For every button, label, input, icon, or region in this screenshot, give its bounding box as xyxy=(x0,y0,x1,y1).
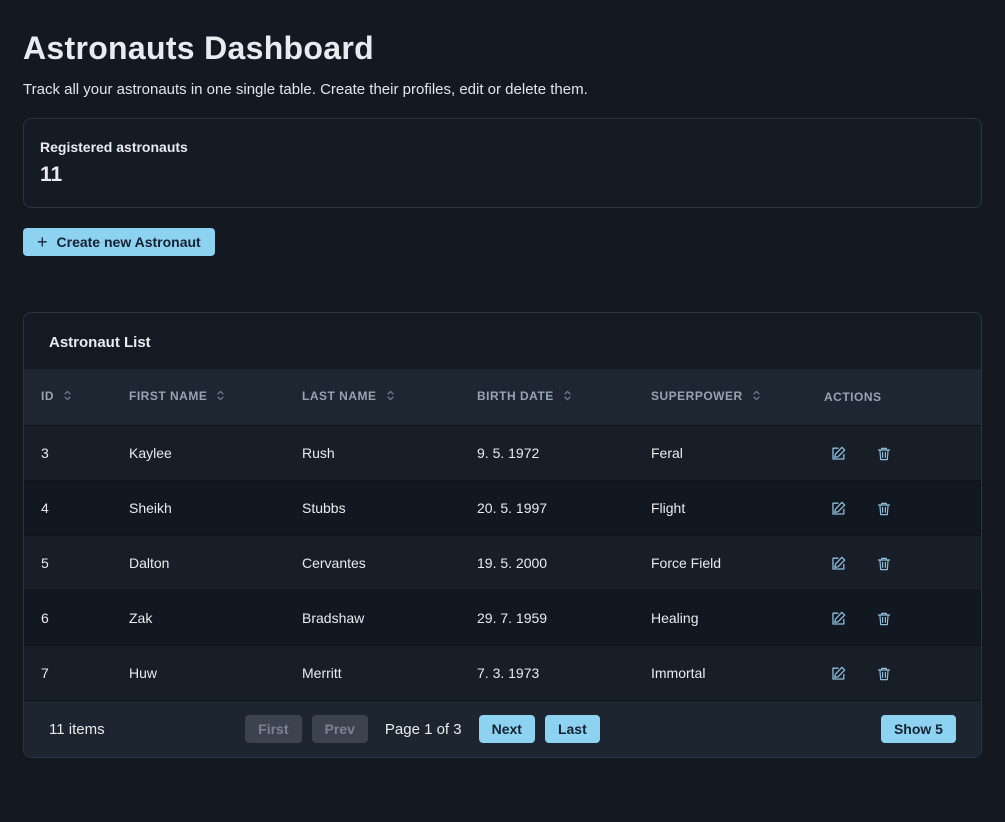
edit-icon xyxy=(830,610,847,627)
table-row: 4 Sheikh Stubbs 20. 5. 1997 Flight xyxy=(24,480,981,536)
show-page-size-button[interactable]: Show 5 xyxy=(880,715,956,743)
stats-value: 11 xyxy=(40,163,63,186)
cell-id: 3 xyxy=(41,445,49,461)
column-label: LAST NAME xyxy=(302,389,377,403)
first-page-button[interactable]: First xyxy=(245,715,302,743)
last-page-button[interactable]: Last xyxy=(544,715,600,743)
cell-first_name: Sheikh xyxy=(129,500,172,516)
create-button-label: Create new Astronaut xyxy=(56,234,201,250)
sort-icon xyxy=(384,389,397,405)
edit-icon xyxy=(830,500,847,517)
cell-id: 7 xyxy=(41,665,49,681)
cell-birth_date: 29. 7. 1959 xyxy=(477,610,548,626)
edit-button[interactable] xyxy=(824,659,853,688)
page-size-control: Show 5 xyxy=(880,715,956,743)
table-footer: 11 items First Prev Page 1 of 3 Next Las… xyxy=(24,700,981,757)
astronaut-list-card: Astronaut List ID FIRST NAME LAST NAME BIRT… xyxy=(23,312,982,758)
cell-last_name: Rush xyxy=(302,445,335,461)
table-header-row: ID FIRST NAME LAST NAME BIRTH DATE SUPERPOWE… xyxy=(24,369,981,426)
delete-button[interactable] xyxy=(870,440,898,468)
edit-button[interactable] xyxy=(824,604,853,633)
edit-button[interactable] xyxy=(824,494,853,523)
cell-id: 5 xyxy=(41,555,49,571)
page-indicator: Page 1 of 3 xyxy=(384,720,462,738)
trash-icon xyxy=(876,446,892,462)
page-title: Astronauts Dashboard xyxy=(23,30,374,66)
delete-button[interactable] xyxy=(870,605,898,633)
cell-first_name: Kaylee xyxy=(129,445,172,461)
column-label: ID xyxy=(41,389,54,403)
cell-actions xyxy=(807,481,981,536)
column-header-superpower[interactable]: SUPERPOWER xyxy=(634,369,807,426)
column-label: BIRTH DATE xyxy=(477,389,554,403)
column-header-id[interactable]: ID xyxy=(24,369,112,426)
cell-actions xyxy=(807,536,981,591)
delete-button[interactable] xyxy=(870,495,898,523)
cell-actions xyxy=(807,426,981,481)
cell-last_name: Stubbs xyxy=(302,500,346,516)
table-head: ID FIRST NAME LAST NAME BIRTH DATE SUPERPOWE… xyxy=(24,369,981,426)
trash-icon xyxy=(876,501,892,517)
astronaut-list-title: Astronaut List xyxy=(49,334,151,351)
sort-icon xyxy=(750,389,763,405)
cell-actions xyxy=(807,646,981,701)
cell-superpower: Healing xyxy=(651,610,699,626)
page-subtitle: Track all your astronauts in one single … xyxy=(23,81,588,98)
column-label: ACTIONS xyxy=(824,390,882,404)
table-row: 3 Kaylee Rush 9. 5. 1972 Feral xyxy=(24,425,981,481)
cell-superpower: Feral xyxy=(651,445,683,461)
stats-label: Registered astronauts xyxy=(40,139,188,155)
edit-button[interactable] xyxy=(824,549,853,578)
edit-icon xyxy=(830,445,847,462)
delete-button[interactable] xyxy=(870,550,898,578)
cell-id: 6 xyxy=(41,610,49,626)
astronaut-table: ID FIRST NAME LAST NAME BIRTH DATE SUPERPOWE… xyxy=(24,369,981,700)
edit-button[interactable] xyxy=(824,439,853,468)
cell-birth_date: 7. 3. 1973 xyxy=(477,665,540,681)
column-header-last_name[interactable]: LAST NAME xyxy=(285,369,460,426)
cell-last_name: Merritt xyxy=(302,665,342,681)
column-label: SUPERPOWER xyxy=(651,389,743,403)
next-page-button[interactable]: Next xyxy=(478,715,535,743)
cell-actions xyxy=(807,591,981,646)
column-label: FIRST NAME xyxy=(129,389,208,403)
delete-button[interactable] xyxy=(870,660,898,688)
cell-id: 4 xyxy=(41,500,49,516)
cell-superpower: Immortal xyxy=(651,665,706,681)
column-header-actions: ACTIONS xyxy=(807,369,981,426)
trash-icon xyxy=(876,666,892,682)
column-header-first_name[interactable]: FIRST NAME xyxy=(112,369,285,426)
cell-superpower: Flight xyxy=(651,500,686,516)
edit-icon xyxy=(830,555,847,572)
column-header-birth_date[interactable]: BIRTH DATE xyxy=(460,369,634,426)
sort-icon xyxy=(214,389,227,405)
trash-icon xyxy=(876,611,892,627)
pagination: First Prev Page 1 of 3 Next Last xyxy=(245,715,600,743)
cell-first_name: Zak xyxy=(129,610,153,626)
sort-icon xyxy=(61,389,74,405)
cell-first_name: Dalton xyxy=(129,555,170,571)
table-row: 7 Huw Merritt 7. 3. 1973 Immortal xyxy=(24,645,981,701)
sort-icon xyxy=(561,389,574,405)
cell-birth_date: 20. 5. 1997 xyxy=(477,500,548,516)
cell-birth_date: 9. 5. 1972 xyxy=(477,445,540,461)
trash-icon xyxy=(876,556,892,572)
cell-birth_date: 19. 5. 2000 xyxy=(477,555,548,571)
registered-astronauts-card: Registered astronauts 11 xyxy=(23,118,982,208)
cell-last_name: Cervantes xyxy=(302,555,366,571)
cell-last_name: Bradshaw xyxy=(302,610,365,626)
table-row: 5 Dalton Cervantes 19. 5. 2000 Force Field xyxy=(24,535,981,591)
items-count: 11 items xyxy=(49,720,105,738)
table-row: 6 Zak Bradshaw 29. 7. 1959 Healing xyxy=(24,590,981,646)
create-new-astronaut-button[interactable]: + Create new Astronaut xyxy=(23,228,215,256)
plus-icon: + xyxy=(37,232,48,252)
prev-page-button[interactable]: Prev xyxy=(311,715,368,743)
table-body: 3 Kaylee Rush 9. 5. 1972 Feral 4 Sheikh Stubbs 2… xyxy=(24,425,981,701)
dashboard-page: Astronauts Dashboard Track all your astr… xyxy=(0,0,1005,780)
cell-first_name: Huw xyxy=(129,665,158,681)
cell-superpower: Force Field xyxy=(651,555,722,571)
edit-icon xyxy=(830,665,847,682)
